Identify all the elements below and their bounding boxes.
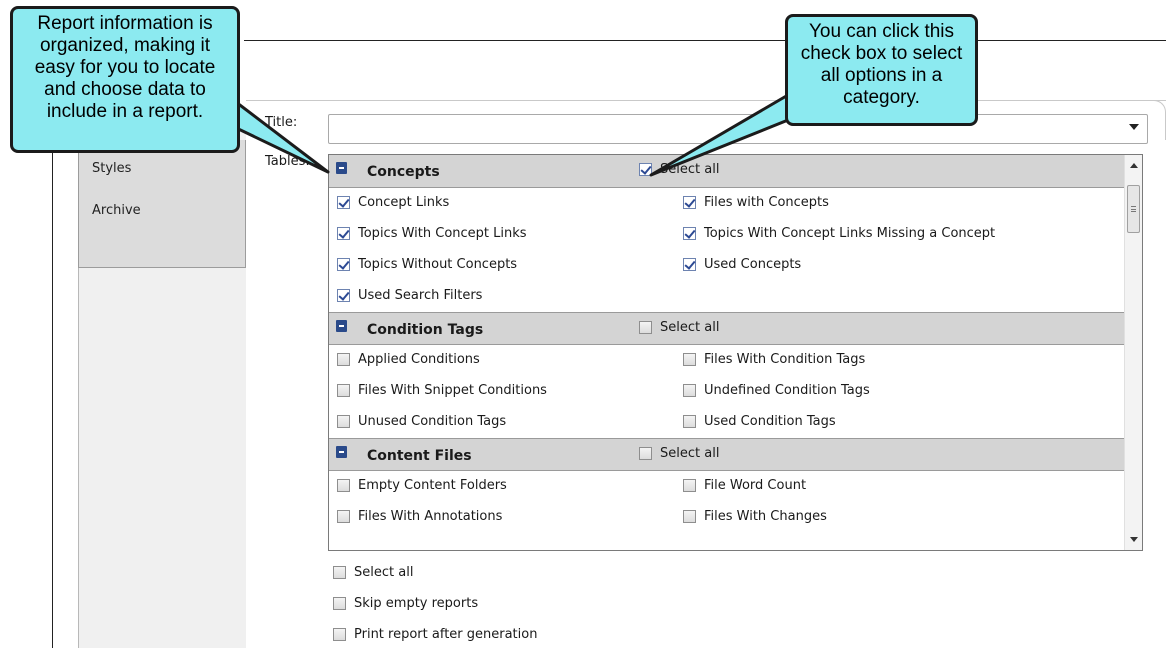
table-row: Topics Without Concepts Used Concepts — [329, 250, 1124, 281]
table-option-checkbox[interactable] — [337, 510, 350, 523]
table-option-label: Empty Content Folders — [358, 478, 507, 493]
table-option-checkbox[interactable] — [683, 258, 696, 271]
skip-empty-reports-checkbox[interactable] — [333, 597, 346, 610]
scroll-down-icon[interactable] — [1130, 537, 1138, 542]
table-option[interactable]: Unused Condition Tags — [337, 414, 506, 429]
table-option-label: Used Concepts — [704, 257, 802, 272]
table-option-checkbox[interactable] — [337, 415, 350, 428]
tables-list[interactable]: Concepts Select all Concept Links Files wit… — [328, 154, 1143, 551]
table-option[interactable]: Files With Changes — [683, 509, 827, 524]
select-all-checkbox[interactable] — [333, 566, 346, 579]
category-select-all-label: Select all — [660, 320, 720, 335]
table-option-label: Topics With Concept Links — [358, 226, 527, 241]
collapse-icon[interactable] — [336, 320, 347, 332]
category-name: Content Files — [367, 448, 472, 464]
callout-select-all-hint: You can click this check box to select a… — [785, 14, 978, 126]
table-option[interactable]: File Word Count — [683, 478, 806, 493]
table-option-label: Files With Annotations — [358, 509, 503, 524]
table-option[interactable]: Empty Content Folders — [337, 478, 507, 493]
category-select-all-checkbox[interactable] — [639, 447, 652, 460]
category-select-all[interactable]: Select all — [639, 320, 719, 335]
tables-scrollbar[interactable] — [1124, 155, 1142, 550]
table-option-checkbox[interactable] — [683, 384, 696, 397]
table-option-checkbox[interactable] — [337, 258, 350, 271]
category-select-all-checkbox[interactable] — [639, 321, 652, 334]
table-option-label: Files With Condition Tags — [704, 352, 866, 367]
tables-list-content: Concepts Select all Concept Links Files wit… — [329, 155, 1124, 533]
table-option[interactable]: Topics Without Concepts — [337, 257, 517, 272]
table-option-label: Unused Condition Tags — [358, 414, 507, 429]
print-after-generation-checkbox[interactable] — [333, 628, 346, 641]
category-header: Content Files Select all — [329, 438, 1124, 471]
table-row: Topics With Concept Links Topics With Con… — [329, 219, 1124, 250]
table-option-checkbox[interactable] — [337, 384, 350, 397]
table-row: Files With Annotations Files With Changes — [329, 502, 1124, 533]
option-label: Print report after generation — [354, 627, 538, 642]
category-name: Condition Tags — [367, 322, 484, 338]
table-option[interactable]: Topics With Concept Links Missing a Conc… — [683, 226, 995, 241]
table-option[interactable]: Undefined Condition Tags — [683, 383, 870, 398]
category-select-all[interactable]: Select all — [639, 446, 719, 461]
tab-archive[interactable]: Archive — [92, 203, 141, 218]
table-option-checkbox[interactable] — [683, 479, 696, 492]
table-option-checkbox[interactable] — [337, 479, 350, 492]
table-row: Used Search Filters — [329, 281, 1124, 312]
option-skip-empty-reports[interactable]: Skip empty reports — [333, 596, 478, 611]
table-option-checkbox[interactable] — [683, 510, 696, 523]
table-option[interactable]: Files With Snippet Conditions — [337, 383, 547, 398]
callout-report-organization: Report information is organized, making … — [10, 6, 240, 153]
table-option-label: Applied Conditions — [358, 352, 480, 367]
option-label: Skip empty reports — [354, 596, 479, 611]
category-header: Condition Tags Select all — [329, 312, 1124, 345]
table-row: Unused Condition Tags Used Condition Tags — [329, 407, 1124, 438]
table-option-label: Undefined Condition Tags — [704, 383, 870, 398]
table-option[interactable]: Used Concepts — [683, 257, 801, 272]
category-select-all-label: Select all — [660, 446, 720, 461]
table-option[interactable]: Used Condition Tags — [683, 414, 836, 429]
table-option-checkbox[interactable] — [683, 227, 696, 240]
table-row: Empty Content Folders File Word Count — [329, 471, 1124, 502]
table-option-label: Used Condition Tags — [704, 414, 836, 429]
table-option-checkbox[interactable] — [337, 227, 350, 240]
table-option-label: Topics With Concept Links Missing a Conc… — [704, 226, 996, 241]
option-print-after-generation[interactable]: Print report after generation — [333, 627, 537, 642]
table-option-checkbox[interactable] — [683, 415, 696, 428]
table-option-checkbox[interactable] — [337, 353, 350, 366]
table-row: Files With Snippet Conditions Undefined C… — [329, 376, 1124, 407]
table-option[interactable]: Applied Conditions — [337, 352, 480, 367]
callout-left-pointer — [226, 94, 330, 174]
table-option-label: File Word Count — [704, 478, 807, 493]
table-option[interactable]: Files With Condition Tags — [683, 352, 865, 367]
table-option-label: Topics Without Concepts — [358, 257, 518, 272]
table-option-checkbox[interactable] — [683, 353, 696, 366]
table-option[interactable]: Topics With Concept Links — [337, 226, 527, 241]
table-option-label: Files With Snippet Conditions — [358, 383, 547, 398]
table-option-label: Used Search Filters — [358, 288, 483, 303]
table-option[interactable]: Files With Annotations — [337, 509, 502, 524]
grip-icon — [1131, 206, 1136, 212]
option-label: Select all — [354, 565, 414, 580]
table-option-checkbox[interactable] — [337, 289, 350, 302]
collapse-icon[interactable] — [336, 446, 347, 458]
table-option[interactable]: Used Search Filters — [337, 288, 482, 303]
table-option-label: Files With Changes — [704, 509, 827, 524]
option-select-all[interactable]: Select all — [333, 565, 413, 580]
table-row: Applied Conditions Files With Condition T… — [329, 345, 1124, 376]
